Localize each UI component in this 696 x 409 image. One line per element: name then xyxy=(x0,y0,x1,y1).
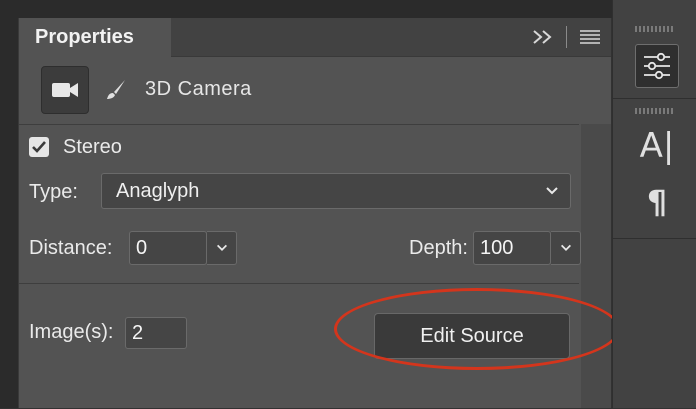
toolbar-separator xyxy=(613,238,696,239)
tab-properties-label: Properties xyxy=(35,26,134,48)
right-toolbar: A| ¶ xyxy=(612,0,696,408)
camera-label: 3D Camera xyxy=(145,78,252,100)
panel-scrollbar[interactable] xyxy=(581,124,611,408)
depth-dropdown-button[interactable] xyxy=(551,231,581,265)
type-select[interactable]: Anaglyph xyxy=(101,173,571,209)
type-label: Type: xyxy=(29,181,78,203)
stereo-section: Stereo Type: Anaglyph Distance: 0 Depth: xyxy=(19,124,581,409)
toolbar-grip[interactable] xyxy=(635,26,675,32)
stereo-label: Stereo xyxy=(63,135,122,158)
images-value: 2 xyxy=(132,321,144,344)
toolbar-grip[interactable] xyxy=(635,108,675,114)
hamburger-menu-icon[interactable] xyxy=(577,24,603,50)
stereo-row: Stereo xyxy=(29,133,122,161)
app-window: Properties 3D Camera Stereo Type: Anagly… xyxy=(0,0,696,408)
images-row: Image(s): 2 Edit Source xyxy=(29,313,574,359)
edit-source-label: Edit Source xyxy=(420,324,524,347)
depth-value: 100 xyxy=(480,236,514,259)
paintbrush-icon[interactable] xyxy=(101,76,129,104)
tools-separator xyxy=(566,26,567,48)
paragraph-glyph: ¶ xyxy=(646,183,668,221)
panel-tab-bar: Properties xyxy=(19,18,611,57)
depth-label: Depth: xyxy=(409,237,468,259)
camera-row: 3D Camera xyxy=(19,66,611,114)
images-label: Image(s): xyxy=(29,321,114,343)
depth-field[interactable]: 100 xyxy=(473,231,551,265)
type-row: Type: Anaglyph xyxy=(29,173,574,213)
distance-label: Distance: xyxy=(29,237,113,259)
type-select-value: Anaglyph xyxy=(116,179,200,202)
stereo-checkbox[interactable] xyxy=(29,137,49,157)
toolbar-separator xyxy=(613,98,696,99)
section-divider xyxy=(19,283,579,284)
distance-dropdown-button[interactable] xyxy=(207,231,237,265)
properties-panel: Properties 3D Camera Stereo Type: Anagly… xyxy=(18,18,611,408)
panel-tools xyxy=(530,24,603,50)
sliders-icon[interactable] xyxy=(635,44,679,88)
paragraph-icon[interactable]: ¶ xyxy=(635,180,679,224)
distance-depth-row: Distance: 0 Depth: 100 xyxy=(29,231,581,271)
left-edge xyxy=(0,0,18,408)
edit-source-button[interactable]: Edit Source xyxy=(374,313,570,359)
distance-field[interactable]: 0 xyxy=(129,231,207,265)
double-chevron-right-icon[interactable] xyxy=(530,24,556,50)
character-icon[interactable]: A| xyxy=(635,124,679,168)
chevron-down-icon xyxy=(546,187,558,195)
chevron-down-icon xyxy=(560,244,571,251)
character-glyph: A| xyxy=(639,126,675,166)
images-field[interactable]: 2 xyxy=(125,317,187,349)
chevron-down-icon xyxy=(216,244,227,251)
top-edge xyxy=(0,0,696,18)
tab-properties[interactable]: Properties xyxy=(19,18,171,57)
checkmark-icon xyxy=(32,141,46,153)
distance-value: 0 xyxy=(136,236,148,259)
video-camera-icon[interactable] xyxy=(41,66,89,114)
